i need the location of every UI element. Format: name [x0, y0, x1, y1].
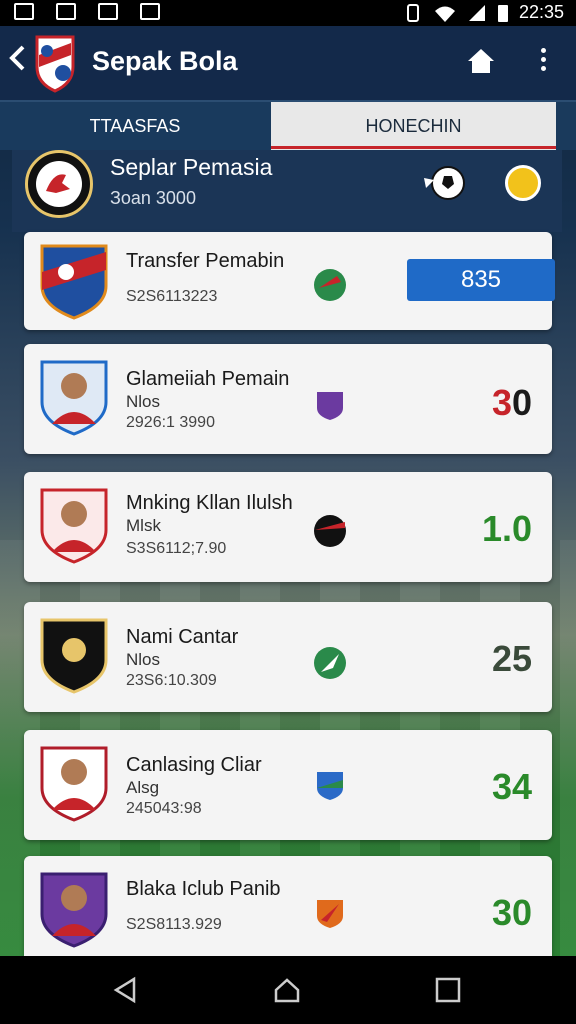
item-title: Nami Cantar	[126, 626, 239, 648]
list-item[interactable]: Nami Cantar Nlos 23S6:10.309 25	[24, 602, 552, 712]
item-code: S3S6112;7.90	[126, 540, 227, 557]
status-bar: 22:35	[0, 0, 576, 26]
item-title: Glameiiah Pemain	[126, 368, 290, 390]
notification-icon	[98, 3, 118, 20]
back-arrow-icon[interactable]	[8, 44, 30, 81]
home-icon[interactable]	[466, 46, 496, 76]
item-code: S2S6113223	[126, 288, 218, 305]
list-item[interactable]: Transfer Pemabin S2S6113223 835	[24, 232, 555, 330]
list-item[interactable]: Canlasing Cliar Alsg 245043:98 34	[24, 730, 552, 840]
system-nav-bar	[0, 956, 576, 1024]
nav-recents-icon[interactable]	[434, 976, 462, 1004]
club-mini-icon	[317, 900, 343, 928]
signal-icon	[468, 4, 485, 21]
club-mini-icon	[317, 772, 343, 800]
app-bar: Sepak Bola	[0, 26, 576, 100]
app-title: Sepak Bola	[92, 46, 238, 76]
battery-icon	[497, 4, 508, 22]
vibrate-icon	[406, 3, 419, 22]
club-mini-icon	[314, 269, 346, 301]
more-vert-icon[interactable]	[532, 48, 554, 78]
notification-icon	[14, 3, 34, 20]
item-title: Canlasing Cliar	[126, 754, 262, 776]
item-score: 1.0	[481, 508, 532, 549]
clock: 22:35	[518, 2, 564, 22]
list-item[interactable]: Glameiiah Pemain Nlos 2926:1 3990 30	[24, 344, 552, 454]
item-code: S2S8113.929	[126, 916, 222, 933]
player-avatar	[40, 746, 108, 822]
tab-honechin[interactable]: HONECHIN	[271, 102, 556, 150]
item-subtitle: Nlos	[126, 650, 161, 669]
item-score: 34	[491, 766, 532, 807]
club-mini-icon	[314, 647, 346, 679]
notification-icon	[140, 3, 160, 20]
club-logo-icon	[35, 35, 75, 93]
nav-back-icon[interactable]	[112, 976, 140, 1004]
list-item[interactable]: Mnking Kllan Ilulsh Mlsk S3S6112;7.90 1.…	[24, 472, 552, 582]
item-title: Transfer Pemabin	[126, 250, 285, 272]
list-item[interactable]: Blaka Iclub Panib S2S8113.929 30	[24, 856, 552, 956]
notification-icon	[56, 3, 76, 20]
player-avatar	[40, 360, 108, 436]
item-title: Blaka Iclub Panib	[126, 878, 281, 900]
item-score: 30	[491, 892, 532, 933]
club-badge-icon	[25, 150, 93, 218]
active-tab-indicator	[271, 146, 556, 149]
item-code: 23S6:10.309	[126, 672, 217, 689]
item-subtitle: Alsg	[126, 778, 160, 797]
item-code: 245043:98	[126, 800, 202, 817]
header-title: Seplar Pemasia	[110, 154, 273, 180]
club-mini-icon	[314, 515, 346, 547]
soccer-ball-icon[interactable]	[422, 164, 466, 202]
player-avatar	[40, 872, 108, 948]
club-crest-icon	[40, 244, 108, 320]
score-pill[interactable]: 835	[407, 259, 555, 301]
nav-home-icon[interactable]	[273, 976, 301, 1004]
item-code: 2926:1 3990	[126, 414, 215, 431]
item-score: 25	[491, 638, 532, 679]
tab-bar: TTAASFAS HONECHIN	[0, 100, 576, 150]
profile-header: Seplar Pemasia Зoan 3000	[12, 150, 562, 232]
item-subtitle: Nlos	[126, 392, 161, 411]
item-title: Mnking Kllan Ilulsh	[126, 492, 293, 514]
header-subtitle: Зoan 3000	[110, 188, 196, 208]
tab-ttaasfas[interactable]: TTAASFAS	[0, 102, 270, 150]
club-crest-icon	[40, 618, 108, 694]
coin-icon[interactable]	[505, 165, 541, 201]
player-avatar	[40, 488, 108, 564]
club-mini-icon	[317, 392, 343, 420]
item-subtitle: Mlsk	[126, 516, 161, 535]
item-score: 30	[491, 382, 532, 423]
wifi-icon	[434, 6, 455, 22]
